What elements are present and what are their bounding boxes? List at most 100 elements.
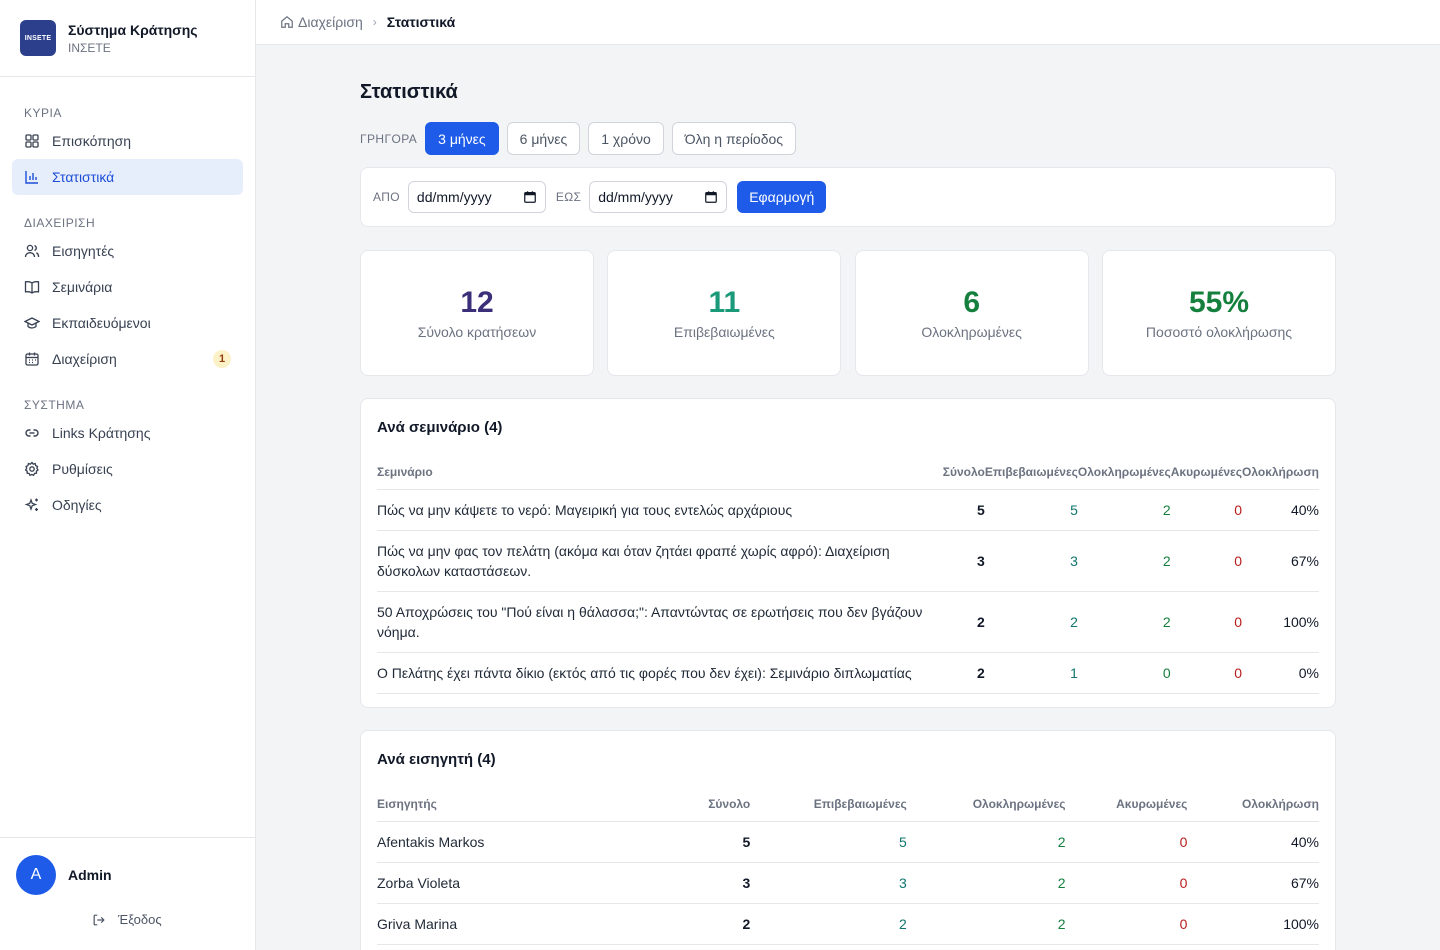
breadcrumb-home-label: Διαχείριση (298, 14, 363, 30)
sidebar-item-label: Εισηγητές (52, 243, 115, 259)
column-header: Ακυρωμένες (1065, 779, 1188, 822)
cell-completion: 67% (1242, 530, 1319, 592)
user-name: Admin (68, 867, 112, 883)
chevron-right-icon: › (372, 15, 377, 29)
logout-icon (93, 914, 105, 925)
calendar-icon (25, 352, 39, 366)
column-header: Εισηγητής (377, 779, 615, 822)
stat-value: 12 (460, 286, 494, 319)
book-icon (24, 281, 40, 294)
brand[interactable]: INSETE Σύστημα Κράτησης INΣΕΤΕ (0, 0, 255, 77)
sidebar-item-label: Επισκόπηση (52, 133, 132, 149)
calendar-icon[interactable] (704, 190, 718, 204)
sidebar: INSETE Σύστημα Κράτησης INΣΕΤΕ ΚΥΡΙΑ Επι… (0, 0, 256, 950)
table-row: Griva Marina 2 2 2 0 100% (377, 903, 1319, 945)
cell-completion: 40% (1242, 489, 1319, 531)
table-row: Πώς να μην κάψετε το νερό: Μαγειρική για… (377, 489, 1319, 531)
nav-section-management: ΔΙΑΧΕΙΡΙΣΗ (24, 216, 96, 230)
cell-total: 5 (942, 489, 985, 531)
seminar-name: Ο Πελάτης έχει πάντα δίκιο (εκτός από τι… (377, 652, 943, 694)
seminar-name: Πώς να μην φας τον πελάτη (ακόμα και ότα… (377, 530, 943, 592)
table-header-row: Σεμινάριο Σύνολο Επιβεβαιωμένες Ολοκληρω… (377, 447, 1319, 490)
cell-total: 3 (942, 530, 985, 592)
range-3-months-button[interactable]: 3 μήνες (425, 122, 499, 155)
breadcrumb-current: Στατιστικά (386, 14, 456, 30)
seminar-name: 50 Αποχρώσεις του "Πού είναι η θάλασσα;"… (377, 591, 943, 653)
cell-completed: 2 (906, 903, 1066, 945)
from-date-value: dd/mm/yyyy (416, 189, 492, 205)
sidebar-item-label: Οδηγίες (52, 497, 102, 513)
sidebar-item-booking-links[interactable]: Links Κράτησης (12, 415, 243, 451)
cell-completion: 0% (1242, 652, 1319, 694)
by-instructor-table: Εισηγητής Σύνολο Επιβεβαιωμένες Ολοκληρω… (377, 779, 1319, 945)
cell-completion: 100% (1242, 591, 1319, 653)
cell-cancelled: 0 (1170, 489, 1242, 531)
from-date-input[interactable]: dd/mm/yyyy (407, 181, 546, 213)
to-date-input[interactable]: dd/mm/yyyy (589, 181, 728, 213)
sparkles-icon (24, 498, 38, 511)
cell-cancelled: 0 (1170, 652, 1242, 694)
sidebar-item-guides[interactable]: Οδηγίες (12, 487, 243, 523)
logout-button[interactable]: Έξοδος (92, 912, 162, 927)
stat-label: Σύνολο κρατήσεων (417, 324, 537, 340)
stat-card-completed: 6 Ολοκληρωμένες (854, 250, 1089, 376)
range-1-year-button[interactable]: 1 χρόνο (588, 122, 664, 155)
cell-completed: 2 (906, 862, 1066, 904)
cell-confirmed: 2 (750, 903, 907, 945)
cell-confirmed: 5 (984, 489, 1078, 531)
sidebar-item-trainees[interactable]: Εκπαιδευόμενοι (12, 305, 243, 341)
apply-button[interactable]: Εφαρμογή (737, 181, 827, 213)
calendar-icon[interactable] (523, 190, 537, 204)
cell-completed: 2 (1077, 591, 1171, 653)
stat-label: Ολοκληρωμένες (921, 324, 1022, 340)
cell-completion: 40% (1187, 821, 1319, 863)
app-title: Σύστημα Κράτησης (68, 21, 198, 38)
graduation-cap-icon (24, 317, 40, 329)
avatar[interactable]: A (16, 855, 56, 895)
column-header: Ολοκληρωμένες (906, 779, 1066, 822)
sidebar-item-statistics[interactable]: Στατιστικά (12, 159, 243, 195)
from-label: ΑΠΟ (373, 190, 400, 204)
sidebar-item-management[interactable]: Διαχείριση 1 (12, 341, 243, 377)
column-header: Σύνολο (942, 447, 985, 490)
home-icon (281, 15, 293, 28)
quick-range-label: ΓΡΗΓΟΡΑ (360, 131, 418, 146)
cell-confirmed: 3 (984, 530, 1078, 592)
range-6-months-button[interactable]: 6 μήνες (506, 122, 581, 155)
notification-badge: 1 (213, 350, 231, 368)
sidebar-item-instructors[interactable]: Εισηγητές (12, 233, 243, 269)
gear-icon (24, 461, 39, 477)
cell-total: 2 (614, 903, 751, 945)
cell-cancelled: 0 (1065, 821, 1188, 863)
cell-cancelled: 0 (1170, 591, 1242, 653)
stat-label: Επιβεβαιωμένες (673, 324, 775, 340)
cell-completion: 67% (1187, 862, 1319, 904)
column-header: Επιβεβαιωμένες (750, 779, 907, 822)
cell-completion: 100% (1187, 903, 1319, 945)
main-content: Στατιστικά ΓΡΗΓΟΡΑ 3 μήνες 6 μήνες 1 χρό… (360, 45, 1336, 950)
instructor-name: Griva Marina (377, 903, 615, 945)
cell-total: 5 (614, 821, 751, 863)
sidebar-item-label: Στατιστικά (52, 169, 115, 185)
breadcrumb-home[interactable]: Διαχείριση (280, 14, 363, 30)
sidebar-item-seminars[interactable]: Σεμινάρια (12, 269, 243, 305)
sidebar-item-settings[interactable]: Ρυθμίσεις (12, 451, 243, 487)
table-row: Πώς να μην φας τον πελάτη (ακόμα και ότα… (377, 530, 1319, 592)
table-row: 50 Αποχρώσεις του "Πού είναι η θάλασσα;"… (377, 591, 1319, 653)
cell-total: 2 (942, 652, 985, 694)
column-header: Ακυρωμένες (1170, 447, 1242, 490)
sidebar-item-label: Εκπαιδευόμενοι (52, 315, 151, 331)
cell-confirmed: 2 (984, 591, 1078, 653)
by-instructor-card: Ανά εισηγητή (4) Εισηγητής Σύνολο Επιβεβ… (360, 730, 1336, 950)
sidebar-item-overview[interactable]: Επισκόπηση (12, 123, 243, 159)
page-title: Στατιστικά (360, 81, 458, 103)
cell-completed: 2 (906, 821, 1066, 863)
stat-value: 55% (1188, 286, 1249, 319)
seminar-name: Πώς να μην κάψετε το νερό: Μαγειρική για… (377, 489, 943, 531)
stat-card-confirmed: 11 Επιβεβαιωμένες (607, 250, 842, 376)
range-all-button[interactable]: Όλη η περίοδος (671, 122, 797, 155)
column-header: Επιβεβαιωμένες (984, 447, 1078, 490)
sidebar-item-label: Σεμινάρια (52, 279, 113, 295)
cell-completed: 0 (1077, 652, 1171, 694)
user-area: A Admin Έξοδος (0, 837, 255, 950)
